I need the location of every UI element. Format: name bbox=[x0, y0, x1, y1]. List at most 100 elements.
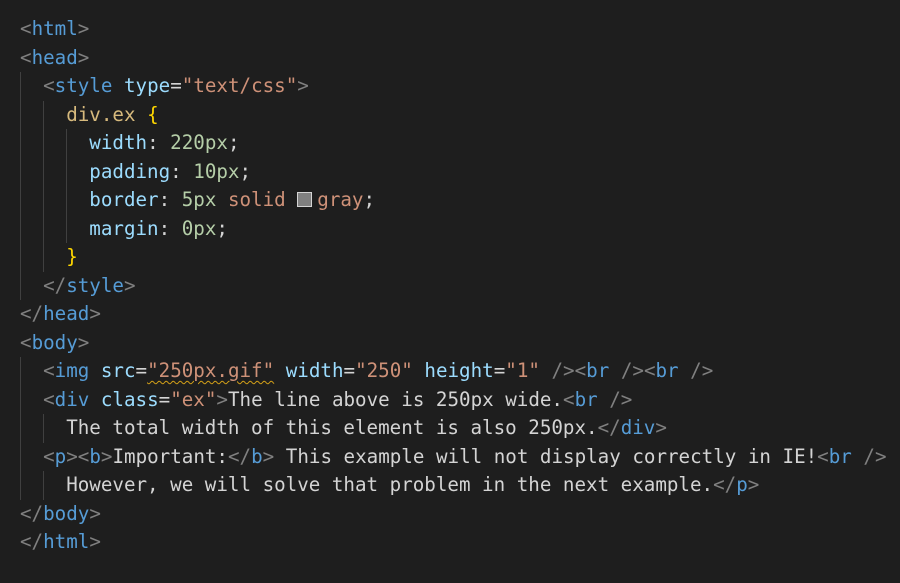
code-token: /> bbox=[620, 359, 644, 382]
code-token: div bbox=[620, 416, 656, 439]
code-token: The total width of this element is also … bbox=[66, 416, 598, 439]
code-token: > bbox=[655, 416, 667, 439]
code-token: > bbox=[89, 501, 101, 525]
code-token: > bbox=[77, 17, 90, 40]
code-line[interactable]: </html> bbox=[20, 528, 101, 557]
code-line[interactable]: </style> bbox=[43, 272, 135, 301]
indent-guide bbox=[20, 72, 21, 300]
code-token: "ex" bbox=[170, 387, 217, 411]
code-line[interactable]: margin: 0px; bbox=[89, 215, 228, 244]
code-token: solid bbox=[227, 188, 286, 211]
code-token: < bbox=[43, 74, 55, 97]
code-token: } bbox=[66, 245, 78, 268]
code-token: > bbox=[123, 273, 136, 297]
code-token: br bbox=[828, 444, 852, 468]
code-token: > bbox=[89, 530, 101, 553]
code-editor[interactable]: <html> <head> <style type="text/css"> div.e… bbox=[0, 0, 900, 583]
code-line[interactable]: </head> bbox=[20, 300, 101, 329]
code-token: < bbox=[20, 45, 32, 69]
code-line[interactable]: <p><b>Important:</b> This example will n… bbox=[43, 443, 886, 472]
code-token: = bbox=[493, 359, 506, 382]
code-token: p bbox=[736, 473, 748, 496]
code-line[interactable]: border: 5px solid gray; bbox=[89, 186, 375, 215]
code-token: > bbox=[216, 387, 228, 411]
code-token: This example will not display correctly … bbox=[274, 444, 818, 468]
code-token: </ bbox=[597, 416, 621, 439]
indent-guide bbox=[20, 357, 21, 500]
code-token: </ bbox=[20, 530, 44, 553]
code-line[interactable]: padding: 10px; bbox=[89, 158, 251, 187]
code-token: < bbox=[563, 387, 575, 411]
code-token: However, we will solve that problem in t… bbox=[66, 473, 714, 496]
code-token: type bbox=[123, 74, 171, 97]
indent-guide bbox=[66, 129, 68, 243]
code-token: br bbox=[574, 387, 598, 411]
code-line[interactable]: } bbox=[66, 243, 78, 272]
code-token: < bbox=[20, 17, 32, 40]
code-token: head bbox=[31, 45, 78, 69]
code-token: < bbox=[77, 444, 90, 468]
code-line[interactable]: width: 220px; bbox=[89, 129, 239, 158]
code-token: > bbox=[262, 444, 275, 468]
code-line[interactable]: div.ex { bbox=[66, 101, 158, 130]
code-token: body bbox=[43, 501, 90, 525]
code-token: ; bbox=[216, 216, 228, 240]
code-token: < bbox=[817, 444, 829, 468]
code-token: style bbox=[66, 273, 124, 297]
code-line[interactable]: <html> bbox=[20, 15, 89, 44]
code-token: 10px bbox=[193, 159, 240, 183]
code-token: ; bbox=[363, 188, 376, 211]
code-token: head bbox=[43, 302, 90, 325]
code-token: </ bbox=[20, 302, 44, 325]
code-token: : bbox=[170, 159, 194, 183]
code-token: img bbox=[54, 359, 90, 382]
code-line[interactable]: <head> bbox=[20, 44, 89, 73]
code-token: margin bbox=[89, 216, 159, 240]
code-token: = bbox=[343, 359, 356, 382]
code-line[interactable]: <style type="text/css"> bbox=[43, 72, 309, 101]
code-line[interactable]: <body> bbox=[20, 329, 89, 358]
code-token: < bbox=[643, 359, 656, 382]
code-token: border bbox=[89, 188, 159, 211]
code-token: </ bbox=[43, 273, 67, 297]
code-token: < bbox=[574, 359, 587, 382]
code-token: = bbox=[135, 359, 148, 382]
code-token: "text/css" bbox=[181, 74, 298, 97]
code-token: /> bbox=[551, 359, 575, 382]
code-line[interactable]: However, we will solve that problem in t… bbox=[66, 471, 759, 500]
code-token: > bbox=[747, 473, 760, 496]
code-token: html bbox=[43, 530, 90, 553]
code-token: > bbox=[77, 45, 90, 69]
code-token: br bbox=[586, 359, 610, 382]
code-token: "250" bbox=[355, 359, 413, 382]
code-line[interactable]: </body> bbox=[20, 500, 101, 529]
code-token: </ bbox=[228, 444, 252, 468]
code-token: > bbox=[77, 330, 90, 354]
color-swatch-icon[interactable] bbox=[297, 192, 313, 207]
code-token: < bbox=[20, 330, 32, 354]
code-token: /> bbox=[609, 387, 633, 411]
code-token: "1" bbox=[505, 359, 540, 382]
code-line[interactable]: The total width of this element is also … bbox=[66, 414, 667, 443]
code-token: width bbox=[89, 131, 148, 154]
code-line[interactable]: <div class="ex">The line above is 250px … bbox=[43, 386, 632, 415]
code-token: < bbox=[43, 444, 55, 468]
code-token: padding bbox=[89, 159, 171, 183]
code-line[interactable]: <img src="250px.gif" width="250" height=… bbox=[43, 357, 713, 386]
code-token: b bbox=[251, 444, 263, 468]
code-token: { bbox=[147, 102, 159, 126]
code-token: html bbox=[31, 17, 78, 40]
code-token: src bbox=[100, 359, 136, 382]
indent-guide bbox=[43, 471, 45, 500]
code-token: : bbox=[158, 216, 182, 240]
code-token: > bbox=[66, 444, 78, 468]
code-token: "250px.gif" bbox=[147, 359, 275, 382]
code-token: 5px bbox=[181, 188, 217, 211]
